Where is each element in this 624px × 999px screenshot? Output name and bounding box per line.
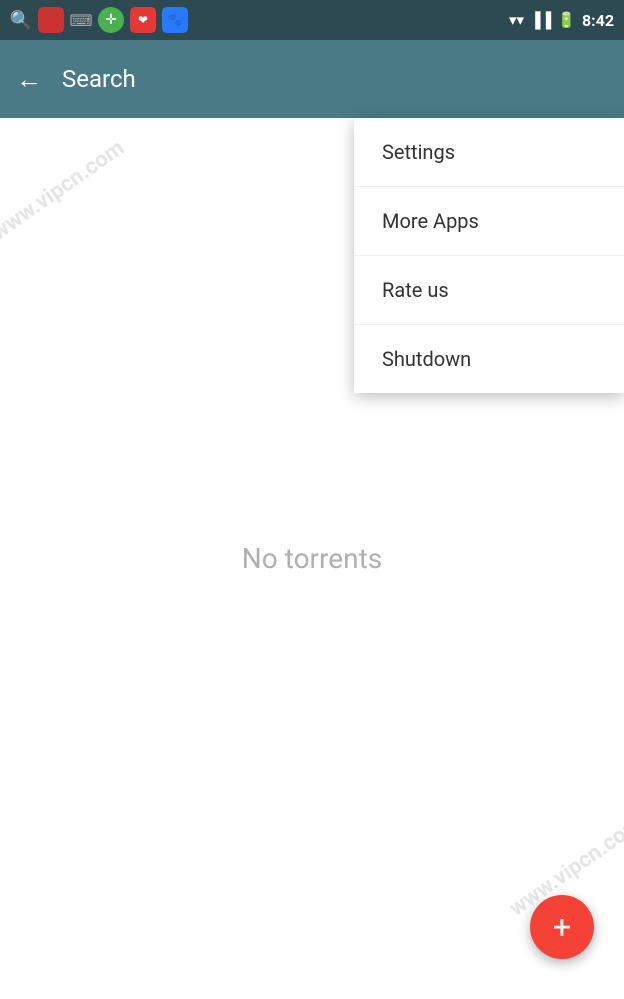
add-fab-button[interactable]: +: [530, 895, 594, 959]
app-bar-title: Search: [62, 65, 136, 93]
back-button[interactable]: ←: [16, 64, 42, 95]
menu-item-shutdown[interactable]: Shutdown: [354, 325, 624, 393]
menu-item-rate-us[interactable]: Rate us: [354, 256, 624, 325]
search-status-icon: 🔍: [10, 9, 32, 31]
context-menu: Settings More Apps Rate us Shutdown: [354, 118, 624, 393]
signal-icon: ▐▐: [530, 11, 551, 29]
app-icon-1: [38, 7, 64, 33]
status-bar: 🔍 ⌨ ✛ ❤ 🐾 ▾▾ ▐▐ 🔋 8:42: [0, 0, 624, 40]
app-icon-2: ✛: [98, 7, 124, 33]
keyboard-icon: ⌨: [70, 9, 92, 31]
app-icon-4: 🐾: [162, 7, 188, 33]
menu-item-more-apps[interactable]: More Apps: [354, 187, 624, 256]
clock: 8:42: [582, 11, 614, 30]
menu-item-settings[interactable]: Settings: [354, 118, 624, 187]
empty-state-text: No torrents: [242, 542, 382, 575]
wifi-icon: ▾▾: [509, 11, 524, 29]
status-bar-right: ▾▾ ▐▐ 🔋 8:42: [509, 11, 614, 30]
status-bar-left: 🔍 ⌨ ✛ ❤ 🐾: [10, 7, 188, 33]
app-icon-3: ❤: [130, 7, 156, 33]
watermark-top: www.vipcn.com: [0, 136, 129, 246]
main-content: www.vipcn.com No torrents www.vipcn.com …: [0, 118, 624, 999]
app-bar: ← Search: [0, 40, 624, 118]
battery-icon: 🔋: [557, 11, 576, 29]
